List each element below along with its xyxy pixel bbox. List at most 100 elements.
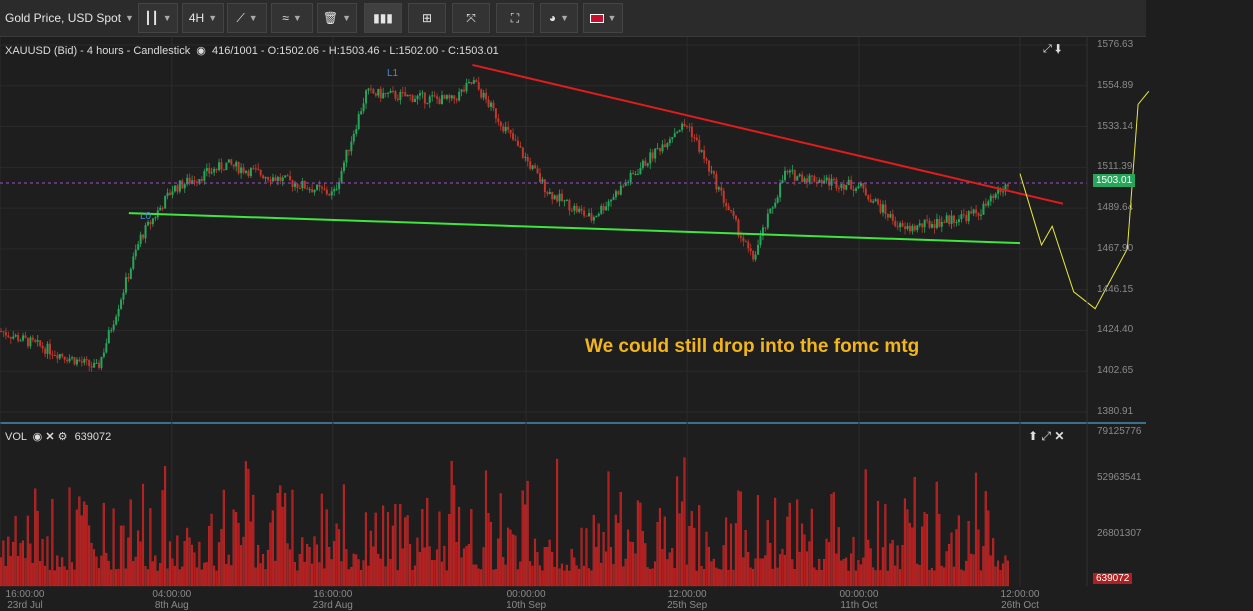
candle	[198, 179, 201, 183]
candle	[953, 215, 956, 223]
volume-bar	[455, 541, 458, 587]
volume-bar	[894, 565, 897, 587]
volume-bar	[671, 547, 674, 587]
volume-bar	[92, 549, 96, 587]
candle	[928, 220, 931, 228]
volume-bar	[340, 561, 343, 587]
volume-bar	[139, 541, 142, 587]
volume-bar	[744, 530, 747, 587]
volume-bar	[575, 565, 578, 587]
candle	[173, 185, 176, 192]
candle	[247, 171, 250, 177]
arrow-down-icon[interactable]: ⬇	[1055, 43, 1062, 55]
candle	[627, 182, 630, 184]
time-axis-label: 00:00:00 11th Oct	[834, 589, 884, 611]
candle	[859, 183, 862, 187]
close-icon[interactable]: ✕	[45, 431, 54, 443]
candle	[112, 324, 115, 330]
volume-bar	[977, 529, 980, 587]
volume-bar	[146, 569, 149, 587]
candle	[394, 91, 397, 99]
price-axis-label: 1467.90	[1097, 242, 1134, 254]
candle	[352, 133, 355, 142]
candle	[88, 359, 91, 367]
volume-bar	[715, 567, 718, 587]
gear-icon[interactable]: ⚙	[58, 431, 68, 443]
candle	[666, 143, 669, 148]
volume-bar	[16, 556, 20, 587]
candle	[943, 221, 946, 223]
volume-bar	[872, 567, 875, 587]
volume-bar	[359, 570, 363, 587]
volume-bar	[107, 560, 110, 587]
candle	[406, 94, 409, 97]
candle	[607, 201, 610, 207]
volume-bar	[783, 554, 786, 587]
volume-bar	[249, 521, 252, 587]
volume-bar	[930, 568, 933, 587]
current-price-tag: 1503.01	[1093, 174, 1136, 187]
price-axis-label: 1489.64	[1097, 202, 1134, 214]
volume-bar	[384, 566, 387, 587]
candle	[847, 179, 850, 185]
expand-icon[interactable]: ⤢	[1043, 43, 1052, 55]
volume-bar	[377, 553, 380, 587]
candle	[629, 172, 632, 183]
volume-bar	[362, 560, 365, 587]
volume-bar	[889, 543, 892, 587]
candle	[450, 95, 453, 99]
candle	[565, 199, 568, 201]
candle	[139, 234, 142, 245]
volume-bar	[416, 537, 419, 587]
volume-bar	[315, 544, 318, 587]
candle	[392, 90, 394, 92]
volume-bar	[646, 567, 649, 587]
candle	[801, 174, 804, 182]
volume-bar	[137, 530, 140, 587]
arrow-up-icon[interactable]: ⬆	[1028, 429, 1038, 443]
volume-bar	[923, 512, 926, 587]
candle	[183, 184, 186, 189]
volume-bar	[879, 570, 882, 587]
volume-bar	[7, 536, 10, 587]
candle	[24, 335, 27, 338]
candle	[754, 254, 757, 260]
candle	[872, 201, 875, 203]
volume-bar	[810, 508, 813, 587]
volume-bar	[989, 555, 992, 587]
volume-bar	[948, 544, 951, 587]
volume-bar	[663, 516, 666, 587]
volume-bar	[624, 558, 627, 587]
candle	[705, 158, 708, 161]
candle	[169, 192, 172, 195]
candle	[44, 348, 47, 354]
volume-bar	[649, 569, 652, 587]
volume-bar	[592, 514, 595, 587]
close-icon[interactable]: ✕	[1054, 429, 1064, 443]
volume-bar	[712, 558, 715, 587]
volume-bar	[75, 509, 78, 587]
candle	[17, 334, 20, 341]
eye-icon[interactable]: ◉	[196, 45, 206, 57]
candle	[840, 184, 843, 189]
candle	[882, 204, 884, 213]
candle	[732, 211, 735, 216]
chart-canvas[interactable]	[0, 0, 1253, 610]
volume-bar	[847, 570, 850, 587]
volume-bar	[727, 570, 730, 587]
volume-bar	[357, 559, 360, 587]
candle	[343, 162, 345, 171]
volume-bar	[350, 567, 353, 587]
candle	[850, 179, 853, 190]
volume-bar	[703, 569, 706, 587]
time-axis-time: 16:00:00	[5, 589, 45, 600]
eye-icon[interactable]: ◉	[33, 431, 43, 443]
time-axis-label: 04:00:00 8th Aug	[147, 589, 197, 611]
expand-icon[interactable]: ⤢	[1041, 429, 1051, 443]
trendline-label-l0: L0	[140, 211, 152, 222]
volume-bar	[264, 569, 267, 587]
candle	[921, 223, 924, 228]
candle	[431, 95, 434, 97]
volume-bar	[859, 564, 862, 587]
volume-bar	[634, 553, 637, 587]
